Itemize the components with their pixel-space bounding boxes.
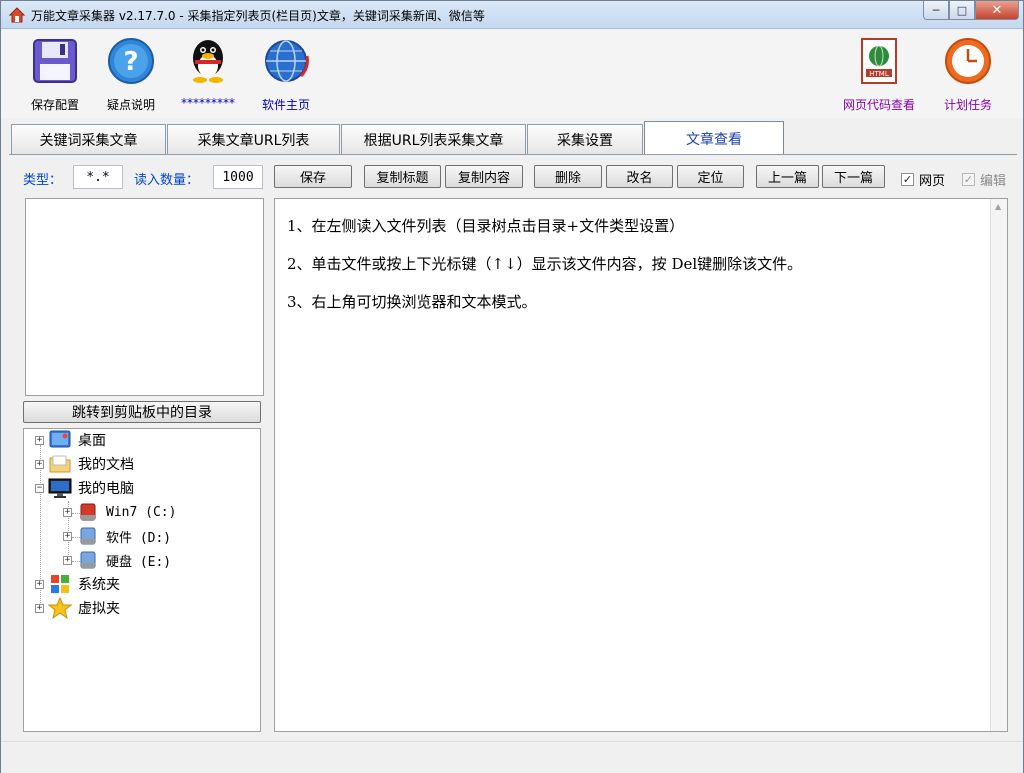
webpage-checkbox[interactable]: ✓ 网页: [901, 170, 945, 189]
expand-icon[interactable]: +: [35, 435, 44, 445]
next-article-button[interactable]: 下一篇: [822, 165, 885, 188]
help-line-1: 1、在左侧读入文件列表（目录树点击目录+文件类型设置）: [287, 217, 685, 235]
html-view-button[interactable]: HTML 网页代码查看: [839, 36, 919, 113]
edit-label: 编辑: [980, 174, 1007, 189]
html-file-icon: HTML: [861, 38, 897, 84]
help-line-2: 2、单击文件或按上下光标键（↑↓）显示该文件内容，按 Del键删除该文件。: [287, 255, 803, 273]
app-window: 万能文章采集器 v2.17.7.0 - 采集指定列表页(栏目页)文章，关键词采集…: [0, 0, 1024, 773]
app-icon: [8, 7, 26, 23]
checkbox-checked-icon: ✓: [901, 173, 914, 186]
desktop-icon: [49, 430, 71, 448]
help-line-3: 3、右上角可切换浏览器和文本模式。: [287, 293, 537, 311]
file-list[interactable]: [25, 198, 264, 396]
rename-button[interactable]: 改名: [606, 165, 673, 188]
article-controls: 类型： *.* 读入数量： 1000 保存 复制标题 复制内容 删除 改名 定位…: [1, 163, 1023, 191]
checkbox-checked-icon: ✓: [962, 173, 975, 186]
count-label: 读入数量：: [134, 173, 200, 188]
save-config-button[interactable]: 保存配置: [15, 36, 95, 113]
folder-icon: [49, 455, 71, 473]
tab-collect-by-url[interactable]: 根据URL列表采集文章: [341, 124, 526, 155]
maximize-icon: □: [956, 3, 968, 17]
delete-button[interactable]: 删除: [534, 165, 602, 188]
floppy-disk-icon: [33, 39, 77, 83]
star-icon: [48, 597, 72, 619]
globe-icon: [265, 40, 309, 82]
status-bar: [1, 741, 1023, 773]
article-content-pane[interactable]: 1、在左侧读入文件列表（目录树点击目录+文件类型设置） 2、单击文件或按上下光标…: [274, 198, 1008, 732]
clock-icon: [945, 38, 991, 84]
minimize-button[interactable]: ─: [923, 1, 949, 20]
hard-drive-icon: [80, 527, 96, 545]
system-drive-icon: [80, 503, 96, 521]
tree-node-drive-e[interactable]: + 硬盘 (E:): [63, 549, 171, 571]
expand-icon[interactable]: +: [35, 603, 44, 613]
save-button[interactable]: 保存: [274, 165, 352, 188]
faq-button[interactable]: ? 疑点说明: [91, 36, 171, 113]
expand-icon[interactable]: +: [35, 579, 44, 589]
vertical-scrollbar[interactable]: ▲: [990, 199, 1007, 731]
type-input[interactable]: *.*: [73, 165, 123, 189]
tree-node-system-folder[interactable]: + 系统夹: [35, 573, 120, 595]
collapse-icon[interactable]: −: [35, 483, 44, 493]
homepage-label: 软件主页: [261, 98, 310, 112]
expand-icon[interactable]: +: [63, 531, 72, 541]
windows-logo-icon: [51, 575, 69, 593]
save-config-label: 保存配置: [30, 98, 79, 112]
penguin-icon: [193, 40, 223, 83]
qq-label: *********: [181, 96, 235, 110]
tab-keyword-collect[interactable]: 关键词采集文章: [11, 124, 166, 155]
expand-icon[interactable]: +: [63, 507, 72, 517]
copy-content-button[interactable]: 复制内容: [445, 165, 523, 188]
tab-article-view[interactable]: 文章查看: [644, 121, 784, 155]
prev-article-button[interactable]: 上一篇: [756, 165, 819, 188]
tab-divider: [9, 154, 1017, 155]
tree-node-drive-d[interactable]: + 软件 (D:): [63, 525, 171, 547]
tab-url-list[interactable]: 采集文章URL列表: [167, 124, 340, 155]
copy-title-button[interactable]: 复制标题: [364, 165, 441, 188]
directory-tree[interactable]: + 桌面 + 我的文档 − 我的电脑 + Win7 (C:) + 软件 (D:)…: [23, 428, 261, 732]
webpage-label: 网页: [919, 174, 946, 189]
window-controls: ─ □ ✕: [923, 1, 1019, 20]
help-icon: ?: [108, 38, 154, 84]
maximize-button[interactable]: □: [949, 1, 975, 20]
type-label: 类型：: [23, 173, 63, 188]
svg-text:HTML: HTML: [869, 70, 889, 78]
jump-to-clipboard-dir-button[interactable]: 跳转到剪贴板中的目录: [23, 401, 261, 423]
homepage-button[interactable]: 软件主页: [246, 36, 326, 113]
tree-node-desktop[interactable]: + 桌面: [35, 429, 106, 451]
minimize-icon: ─: [932, 3, 940, 17]
edit-checkbox[interactable]: ✓ 编辑: [962, 170, 1006, 189]
expand-icon[interactable]: +: [35, 459, 44, 469]
tab-collect-settings[interactable]: 采集设置: [527, 124, 643, 155]
count-input[interactable]: 1000: [213, 165, 263, 189]
hard-drive-icon: [80, 551, 96, 569]
window-title: 万能文章采集器 v2.17.7.0 - 采集指定列表页(栏目页)文章，关键词采集…: [31, 9, 485, 23]
tree-node-my-documents[interactable]: + 我的文档: [35, 453, 134, 475]
expand-icon[interactable]: +: [63, 555, 72, 565]
tree-node-virtual-folder[interactable]: + 虚拟夹: [35, 597, 120, 619]
qq-button[interactable]: *********: [168, 36, 248, 110]
locate-button[interactable]: 定位: [677, 165, 744, 188]
close-icon: ✕: [991, 2, 1003, 18]
monitor-icon: [48, 478, 72, 498]
scroll-up-arrow-icon[interactable]: ▲: [995, 202, 1001, 211]
html-view-label: 网页代码查看: [842, 98, 915, 112]
tree-node-my-computer[interactable]: − 我的电脑: [35, 477, 134, 499]
close-button[interactable]: ✕: [975, 1, 1019, 20]
faq-label: 疑点说明: [106, 98, 155, 112]
toolbar: 保存配置 ? 疑点说明 ********* 软件主页 HTML 网页代码查看 计…: [1, 30, 1023, 118]
title-bar: 万能文章采集器 v2.17.7.0 - 采集指定列表页(栏目页)文章，关键词采集…: [1, 1, 1023, 29]
schedule-button[interactable]: 计划任务: [928, 36, 1008, 113]
svg-text:?: ?: [123, 47, 138, 77]
tree-node-drive-c[interactable]: + Win7 (C:): [63, 501, 176, 523]
schedule-label: 计划任务: [943, 98, 992, 112]
